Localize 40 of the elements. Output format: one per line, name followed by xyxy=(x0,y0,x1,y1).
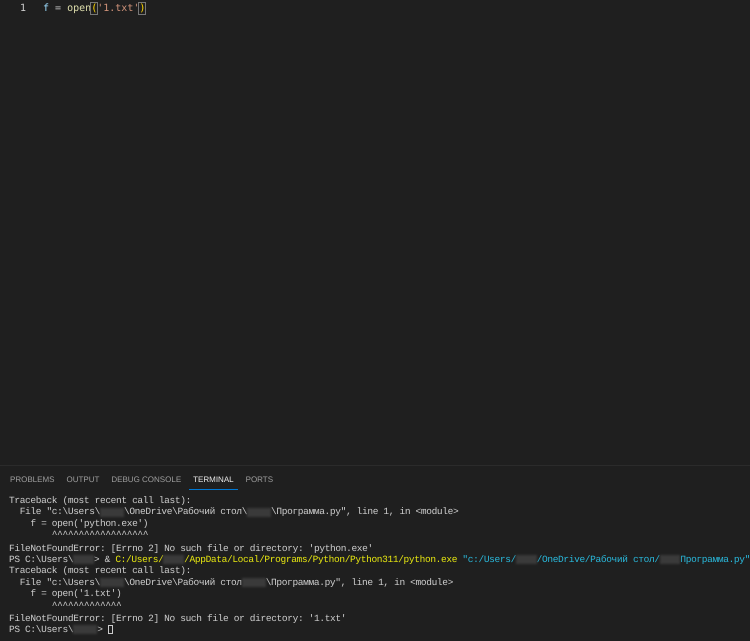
redacted-blur xyxy=(660,555,680,564)
terminal-text: ^^^^^^^^^^^^^ xyxy=(50,600,122,611)
panel-tab[interactable]: DEBUG CONSOLE xyxy=(107,471,186,490)
terminal-text: > xyxy=(97,624,104,636)
redacted-blur xyxy=(100,578,124,587)
terminal-text: ^^^^^^^^^^^^^^^^^^ xyxy=(50,529,148,541)
terminal-text: C:/Users/ xyxy=(115,554,164,566)
terminal-text: File "c:\Users\ xyxy=(18,506,100,518)
redacted-blur xyxy=(73,625,98,634)
terminal-text: PS C:\Users\ xyxy=(9,624,74,636)
terminal-text: FileNotFoundError: [Errno 2] No such file or directory: 'python.exe' xyxy=(9,542,373,554)
panel-tab[interactable]: TERMINAL xyxy=(189,471,238,490)
redacted-blur xyxy=(247,508,272,517)
terminal-text: "c:/Users/ xyxy=(461,554,516,566)
terminal-cursor xyxy=(108,625,113,634)
terminal-text: > & xyxy=(94,554,112,566)
terminal-text: /AppData/Local/Programs/Python/Python311/python.exe xyxy=(184,554,458,566)
terminal-text: File "c:\Users\ xyxy=(18,576,100,588)
redacted-blur xyxy=(73,555,94,564)
panel-tab[interactable]: OUTPUT xyxy=(62,471,104,490)
redacted-blur xyxy=(516,555,537,564)
redacted-blur xyxy=(100,508,124,517)
terminal-text: Traceback (most recent call last): xyxy=(9,495,191,506)
terminal-text: \Программа.py", line 1, in <module> xyxy=(266,576,453,588)
panel-tab[interactable]: PORTS xyxy=(242,471,278,490)
terminal-text: FileNotFoundError: [Errno 2] No such file or directory: '1.txt' xyxy=(9,612,346,624)
terminal-text: PS C:\Users\ xyxy=(9,554,74,566)
terminal-text: Traceback (most recent call last): xyxy=(9,565,191,577)
line-number: 1 xyxy=(18,2,26,14)
redacted-blur xyxy=(163,555,184,564)
terminal-text: f = open('python.exe') xyxy=(29,518,148,530)
panel-tab[interactable]: PROBLEMS xyxy=(6,471,58,490)
terminal-text: \OneDrive\Рабочий стол xyxy=(124,576,242,588)
terminal-text: \OneDrive\Рабочий стол\ xyxy=(124,506,248,518)
code-line: f = open('1.txt') xyxy=(43,2,146,14)
terminal-text: /OneDrive/Рабочий стол/ xyxy=(536,554,660,566)
redacted-blur xyxy=(242,578,266,587)
terminal-text: \Программа.py", line 1, in <module> xyxy=(271,506,458,518)
terminal-text: Программа.py" xyxy=(680,554,750,566)
terminal-text: f = open('1.txt') xyxy=(29,588,122,600)
